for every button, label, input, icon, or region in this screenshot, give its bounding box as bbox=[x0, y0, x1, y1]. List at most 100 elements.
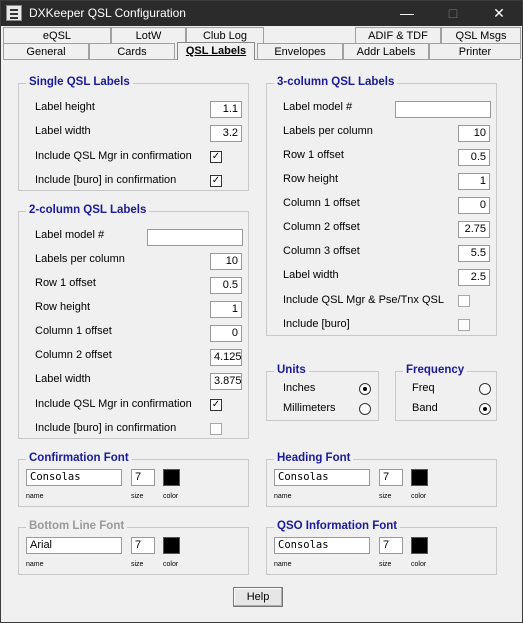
tab-cards[interactable]: Cards bbox=[89, 43, 175, 59]
heading-font-group: Heading Font Consolas 7 name size color bbox=[266, 452, 497, 507]
qso-information-font-color-swatch[interactable] bbox=[411, 537, 428, 554]
heading-font-legend: Heading Font bbox=[274, 452, 354, 464]
close-icon[interactable]: ✕ bbox=[476, 1, 522, 26]
three-col-mgr-label: Include QSL Mgr & Pse/Tnx QSL bbox=[283, 294, 444, 306]
two-col-row1-input[interactable]: 0.5 bbox=[210, 277, 242, 294]
three-col-rowh-label: Row height bbox=[283, 173, 339, 185]
qso-information-font-group: QSO Information Font Consolas 7 name siz… bbox=[266, 520, 497, 575]
qso-information-font-size-input[interactable]: 7 bbox=[379, 537, 403, 554]
confirmation-font-name-caption: name bbox=[26, 493, 44, 500]
three-col-col3-input[interactable]: 5.5 bbox=[458, 245, 490, 262]
units-legend: Units bbox=[274, 364, 309, 376]
window-title: DXKeeper QSL Configuration bbox=[29, 6, 186, 20]
heading-font-color-caption: color bbox=[411, 493, 427, 500]
two-col-col2-label: Column 2 offset bbox=[35, 349, 112, 361]
two-col-mgr-checkbox[interactable]: ✓ bbox=[210, 399, 222, 411]
two-col-rowh-label: Row height bbox=[35, 301, 91, 313]
three-col-lw-input[interactable]: 2.5 bbox=[458, 269, 490, 286]
single-qsl-labels-legend: Single QSL Labels bbox=[26, 76, 133, 88]
heading-font-name-caption: name bbox=[274, 493, 292, 500]
two-col-lw-input[interactable]: 3.875 bbox=[210, 373, 242, 390]
dxkeeper-qsl-config-window: DXKeeper QSL Configuration — □ ✕ eQSL Lo… bbox=[0, 0, 523, 623]
units-group: Units Inches Millimeters bbox=[266, 364, 379, 421]
single-label-width-input[interactable]: 3.2 bbox=[210, 125, 242, 142]
two-column-qsl-labels-group: 2-column QSL Labels Label model # Labels… bbox=[18, 204, 249, 439]
single-include-mgr-checkbox[interactable]: ✓ bbox=[210, 151, 222, 163]
three-col-col3-label: Column 3 offset bbox=[283, 245, 360, 257]
three-col-lpc-input[interactable]: 10 bbox=[458, 125, 490, 142]
bottom-line-font-name-input[interactable]: Arial bbox=[26, 537, 122, 554]
two-col-col1-input[interactable]: 0 bbox=[210, 325, 242, 342]
confirmation-font-size-caption: size bbox=[131, 493, 144, 500]
confirmation-font-name-input[interactable]: Consolas bbox=[26, 469, 122, 486]
help-button[interactable]: Help bbox=[233, 587, 283, 607]
two-col-lpc-input[interactable]: 10 bbox=[210, 253, 242, 270]
tab-club-log[interactable]: Club Log bbox=[186, 27, 264, 43]
qso-information-font-size-caption: size bbox=[379, 561, 392, 568]
three-col-row1-label: Row 1 offset bbox=[283, 149, 344, 161]
frequency-band-label: Band bbox=[412, 402, 438, 414]
tab-lotw[interactable]: LotW bbox=[111, 27, 186, 43]
two-col-col2-input[interactable]: 4.125 bbox=[210, 349, 242, 366]
frequency-legend: Frequency bbox=[403, 364, 468, 376]
maximize-icon[interactable]: □ bbox=[430, 1, 476, 26]
tab-addr-labels[interactable]: Addr Labels bbox=[343, 43, 429, 59]
confirmation-font-legend: Confirmation Font bbox=[26, 452, 132, 464]
confirmation-font-color-caption: color bbox=[163, 493, 179, 500]
frequency-group: Frequency Freq Band bbox=[395, 364, 497, 421]
three-column-legend: 3-column QSL Labels bbox=[274, 76, 398, 88]
three-col-mgr-checkbox[interactable] bbox=[458, 295, 470, 307]
tab-adif-tdf[interactable]: ADIF & TDF bbox=[355, 27, 441, 43]
minimize-icon[interactable]: — bbox=[384, 1, 430, 26]
two-col-model-label: Label model # bbox=[35, 229, 105, 241]
units-inches-label: Inches bbox=[283, 382, 316, 394]
bottom-line-font-group: Bottom Line Font Arial 7 name size color bbox=[18, 520, 249, 575]
three-col-lw-label: Label width bbox=[283, 269, 339, 281]
bottom-line-font-legend: Bottom Line Font bbox=[26, 520, 128, 532]
single-label-height-label: Label height bbox=[35, 101, 95, 113]
two-col-row1-label: Row 1 offset bbox=[35, 277, 96, 289]
bottom-line-font-color-caption: color bbox=[163, 561, 179, 568]
three-col-model-input[interactable] bbox=[395, 101, 491, 118]
two-col-model-input[interactable] bbox=[147, 229, 243, 246]
two-col-buro-label: Include [buro] in confirmation bbox=[35, 422, 177, 434]
three-col-col2-input[interactable]: 2.75 bbox=[458, 221, 490, 238]
three-col-col2-label: Column 2 offset bbox=[283, 221, 360, 233]
confirmation-font-color-swatch[interactable] bbox=[163, 469, 180, 486]
qso-information-font-name-input[interactable]: Consolas bbox=[274, 537, 370, 554]
units-millimeters-radio[interactable] bbox=[359, 403, 371, 415]
confirmation-font-size-input[interactable]: 7 bbox=[131, 469, 155, 486]
heading-font-size-input[interactable]: 7 bbox=[379, 469, 403, 486]
two-col-buro-checkbox[interactable] bbox=[210, 423, 222, 435]
units-inches-radio[interactable] bbox=[359, 383, 371, 395]
heading-font-color-swatch[interactable] bbox=[411, 469, 428, 486]
three-col-lpc-label: Labels per column bbox=[283, 125, 373, 137]
tab-qsl-labels[interactable]: QSL Labels bbox=[177, 42, 255, 60]
frequency-freq-radio[interactable] bbox=[479, 383, 491, 395]
three-col-col1-input[interactable]: 0 bbox=[458, 197, 490, 214]
tab-envelopes[interactable]: Envelopes bbox=[257, 43, 343, 59]
title-bar[interactable]: DXKeeper QSL Configuration — □ ✕ bbox=[1, 1, 522, 26]
frequency-band-radio[interactable] bbox=[479, 403, 491, 415]
tab-qsl-msgs[interactable]: QSL Msgs bbox=[441, 27, 521, 43]
three-col-buro-label: Include [buro] bbox=[283, 318, 350, 330]
single-label-height-input[interactable]: 1.1 bbox=[210, 101, 242, 118]
bottom-line-font-color-swatch[interactable] bbox=[163, 537, 180, 554]
single-include-buro-label: Include [buro] in confirmation bbox=[35, 174, 177, 186]
app-icon[interactable] bbox=[6, 5, 22, 21]
tab-printer[interactable]: Printer bbox=[429, 43, 521, 59]
three-col-buro-checkbox[interactable] bbox=[458, 319, 470, 331]
confirmation-font-group: Confirmation Font Consolas 7 name size c… bbox=[18, 452, 249, 507]
heading-font-size-caption: size bbox=[379, 493, 392, 500]
heading-font-name-input[interactable]: Consolas bbox=[274, 469, 370, 486]
three-col-rowh-input[interactable]: 1 bbox=[458, 173, 490, 190]
qso-information-font-color-caption: color bbox=[411, 561, 427, 568]
tab-general[interactable]: General bbox=[3, 43, 89, 59]
qso-information-font-legend: QSO Information Font bbox=[274, 520, 401, 532]
single-include-buro-checkbox[interactable]: ✓ bbox=[210, 175, 222, 187]
tab-eqsl[interactable]: eQSL bbox=[3, 27, 111, 43]
three-col-row1-input[interactable]: 0.5 bbox=[458, 149, 490, 166]
three-column-qsl-labels-group: 3-column QSL Labels Label model # Labels… bbox=[266, 76, 497, 336]
two-col-rowh-input[interactable]: 1 bbox=[210, 301, 242, 318]
bottom-line-font-size-input[interactable]: 7 bbox=[131, 537, 155, 554]
